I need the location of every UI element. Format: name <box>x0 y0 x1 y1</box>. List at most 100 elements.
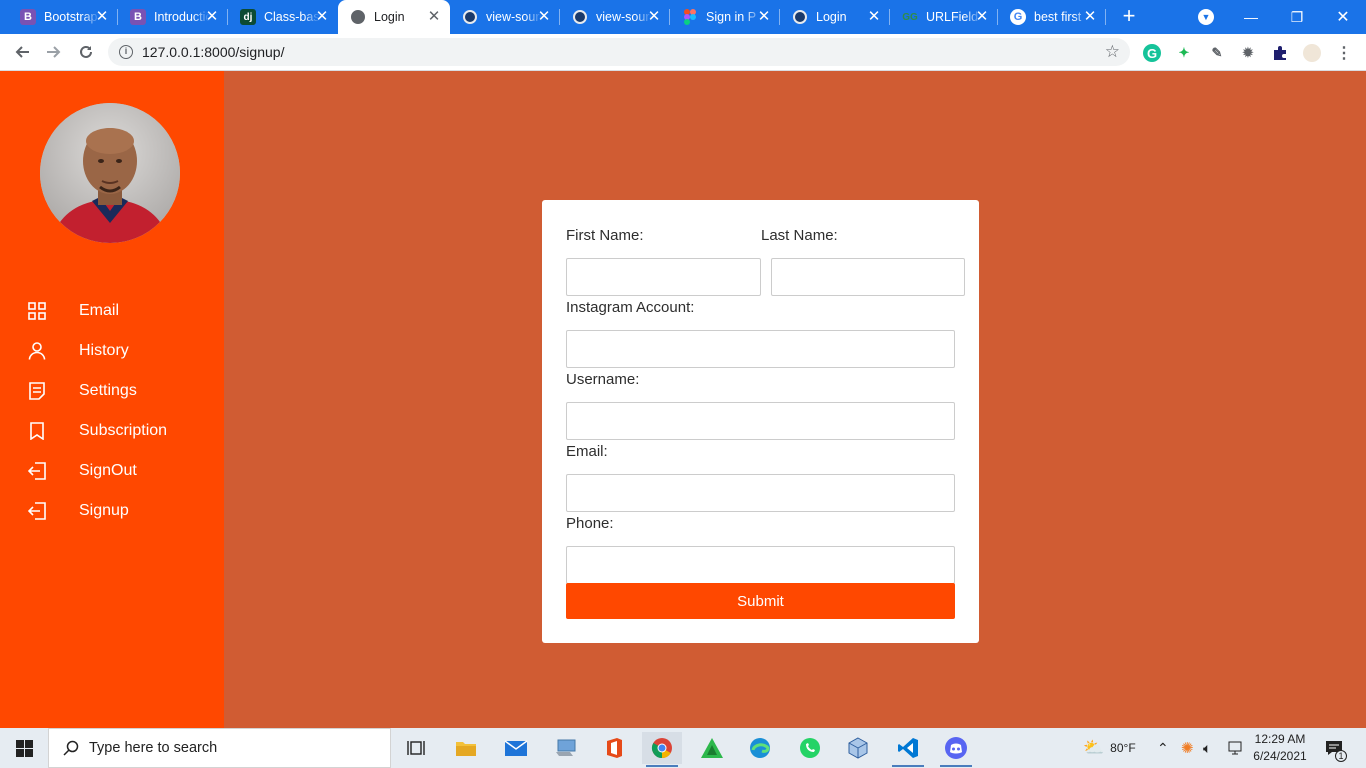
sidebar-item-label: Settings <box>79 382 137 399</box>
address-bar[interactable]: i 127.0.0.1:8000/signup/ ☆ <box>108 38 1130 66</box>
email-field[interactable] <box>566 474 955 512</box>
forward-button[interactable] <box>42 40 66 64</box>
sidebar-item-signout[interactable]: SignOut <box>0 456 224 486</box>
browser-tab[interactable]: view-source ✕ <box>450 0 560 34</box>
browser-tab[interactable]: dj Class-based ✕ <box>228 0 338 34</box>
signup-form: First Name: Last Name: Instagram Account… <box>542 200 979 643</box>
menu-dots-icon[interactable]: ⋮ <box>1335 44 1353 62</box>
reload-button[interactable] <box>74 40 98 64</box>
profile-avatar[interactable] <box>1303 44 1321 62</box>
bookmark-icon <box>30 422 44 440</box>
sidebar-item-settings[interactable]: Settings <box>0 376 224 406</box>
office-icon[interactable] <box>594 732 634 764</box>
task-view-icon[interactable] <box>396 732 436 764</box>
browser-tab[interactable]: Login ✕ <box>780 0 890 34</box>
figma-icon <box>682 9 698 25</box>
extension-icon[interactable]: ✦ <box>1175 44 1193 62</box>
restore-button[interactable]: ❐ <box>1274 0 1320 34</box>
browser-tab-active[interactable]: Login ✕ <box>338 0 450 34</box>
browser-tab[interactable]: G best first ✕ <box>998 0 1106 34</box>
taskbar-search-box[interactable]: Type here to search <box>48 728 391 768</box>
submit-button[interactable]: Submit <box>566 583 955 619</box>
cube-app-icon[interactable] <box>838 732 878 764</box>
grammarly-icon[interactable]: G <box>1143 44 1161 62</box>
windows-icon <box>15 739 33 757</box>
notifications-button[interactable]: 1 <box>1325 728 1347 768</box>
file-explorer-icon[interactable] <box>446 732 486 764</box>
close-window-button[interactable]: ✕ <box>1320 0 1366 34</box>
computer-icon[interactable] <box>546 732 586 764</box>
browser-tab[interactable]: GG URLField ✕ <box>890 0 998 34</box>
avast-icon[interactable]: ✺ <box>1181 728 1194 768</box>
url-text[interactable]: 127.0.0.1:8000/signup/ <box>142 44 284 60</box>
globe-icon <box>792 9 808 25</box>
sidebar-item-label: Signup <box>79 502 129 519</box>
instagram-label: Instagram Account: <box>566 299 695 316</box>
instagram-field[interactable] <box>566 330 955 368</box>
bookmark-star-icon[interactable]: ☆ <box>1105 42 1120 62</box>
tab-search-icon[interactable]: ▼ <box>1198 9 1214 25</box>
close-icon[interactable]: ✕ <box>314 9 330 25</box>
tools-extension-icon[interactable]: ✎ <box>1208 44 1226 62</box>
mail-icon[interactable] <box>496 732 536 764</box>
app-triangle-icon[interactable] <box>692 732 732 764</box>
tab-title: view-source <box>596 10 652 24</box>
site-info-icon[interactable]: i <box>119 45 133 59</box>
page-body: Email History Settings Subscription Sign… <box>0 71 1366 728</box>
weather-widget[interactable]: ⛅ 80°F <box>1083 728 1136 768</box>
sidebar-item-label: SignOut <box>79 462 137 479</box>
close-icon[interactable]: ✕ <box>204 9 220 25</box>
bootstrap-icon: B <box>130 9 146 25</box>
chrome-icon[interactable] <box>642 732 682 767</box>
close-icon[interactable]: ✕ <box>646 9 662 25</box>
search-icon <box>63 740 79 756</box>
whatsapp-icon[interactable] <box>790 732 830 764</box>
chevron-up-icon[interactable]: ⌃ <box>1157 728 1169 768</box>
sidebar-item-email[interactable]: Email <box>0 296 224 326</box>
close-icon[interactable]: ✕ <box>426 9 442 25</box>
back-arrow-icon <box>15 46 29 58</box>
vscode-icon[interactable] <box>888 732 928 767</box>
tab-title: Bootstrap <box>44 10 98 24</box>
phone-field[interactable] <box>566 546 955 584</box>
taskbar-clock[interactable]: 12:29 AM 6/24/2021 <box>1250 731 1310 765</box>
grid-icon <box>28 302 46 320</box>
browser-tab[interactable]: Sign in P ✕ <box>670 0 780 34</box>
browser-tab[interactable]: view-source ✕ <box>560 0 670 34</box>
close-icon[interactable]: ✕ <box>94 9 110 25</box>
globe-icon <box>462 9 478 25</box>
puzzle-icon[interactable] <box>1271 44 1289 62</box>
tab-title: view-source <box>486 10 542 24</box>
tab-title: Class-based <box>264 10 320 24</box>
discord-icon[interactable] <box>936 732 976 767</box>
volume-icon[interactable]: 🔈︎ <box>1203 728 1211 768</box>
network-icon[interactable] <box>1228 728 1244 768</box>
bug-icon[interactable]: ✹ <box>1239 44 1257 62</box>
reload-icon <box>80 45 92 58</box>
close-icon[interactable]: ✕ <box>866 9 882 25</box>
minimize-button[interactable]: — <box>1228 0 1274 34</box>
sidebar-item-label: Subscription <box>79 422 168 439</box>
browser-toolbar: i 127.0.0.1:8000/signup/ ☆ G ✦ ✎ ✹ ⋮ <box>0 34 1366 71</box>
sidebar-item-history[interactable]: History <box>0 336 224 366</box>
close-icon[interactable]: ✕ <box>974 9 990 25</box>
browser-tab[interactable]: B Bootstrap ✕ <box>8 0 118 34</box>
last-name-field[interactable] <box>771 258 965 296</box>
close-icon[interactable]: ✕ <box>536 9 552 25</box>
email-label: Email: <box>566 443 608 460</box>
edge-icon[interactable] <box>740 732 780 764</box>
notification-count: 1 <box>1335 750 1347 762</box>
tab-title: Introduction <box>154 10 210 24</box>
sidebar-item-signup[interactable]: Signup <box>0 496 224 526</box>
close-icon[interactable]: ✕ <box>756 9 772 25</box>
browser-tab[interactable]: B Introduction ✕ <box>118 0 228 34</box>
start-button[interactable] <box>0 728 48 768</box>
username-field[interactable] <box>566 402 955 440</box>
first-name-field[interactable] <box>566 258 761 296</box>
close-icon[interactable]: ✕ <box>1082 9 1098 25</box>
back-button[interactable] <box>10 40 34 64</box>
new-tab-button[interactable]: + <box>1117 5 1141 29</box>
globe-icon <box>350 9 366 25</box>
sidebar-item-subscription[interactable]: Subscription <box>0 416 224 446</box>
geeks-icon: GG <box>902 11 918 23</box>
